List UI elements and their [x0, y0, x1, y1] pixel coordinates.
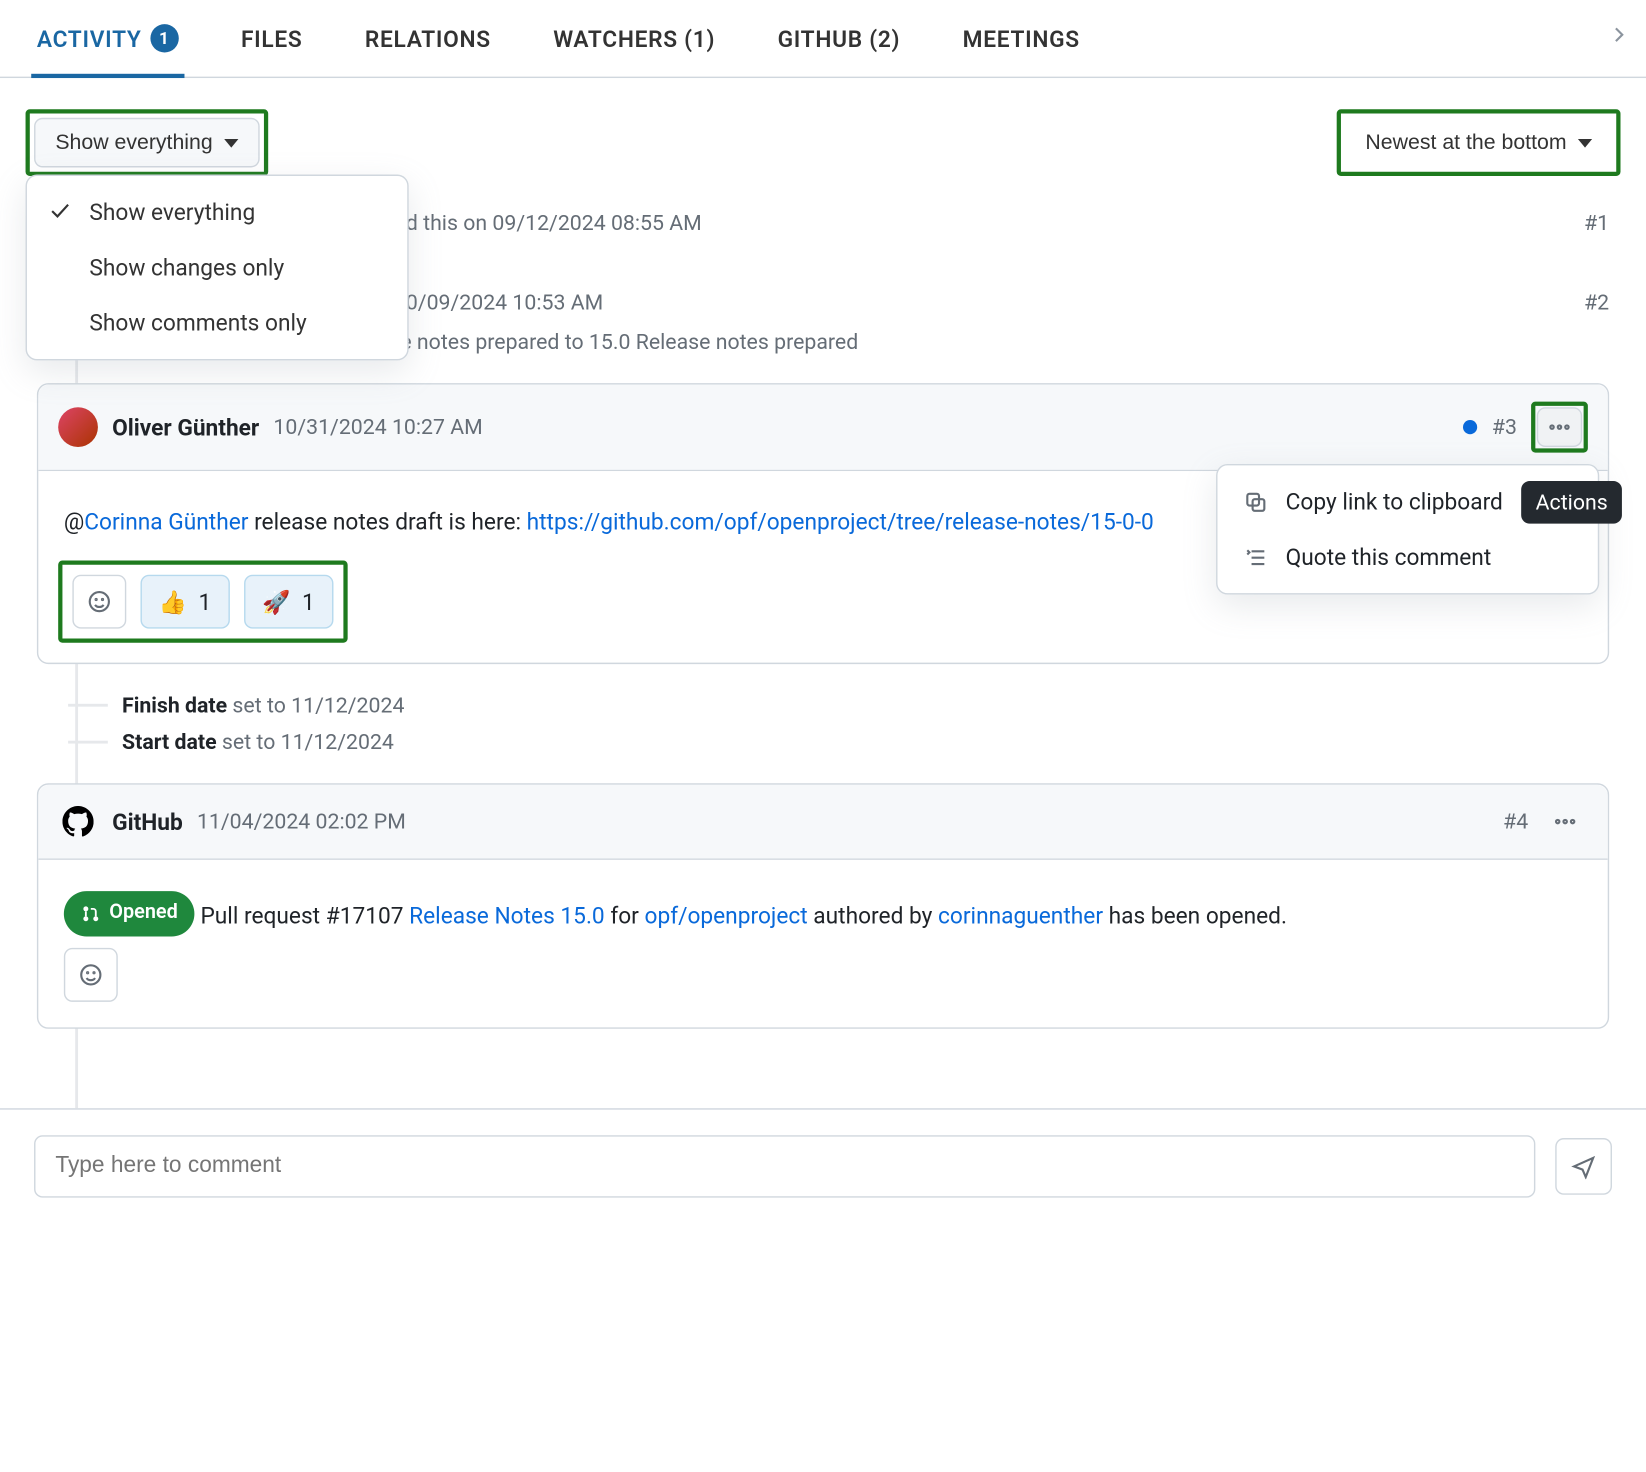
tab-activity-badge: 1 [150, 24, 178, 52]
tab-meetings[interactable]: MEETINGS [960, 0, 1083, 77]
comment-timestamp: 10/31/2024 10:27 AM [273, 414, 482, 440]
pr-status-badge: Opened [64, 891, 195, 936]
reaction-count: 1 [199, 588, 212, 615]
sort-dropdown-label: Newest at the bottom [1365, 131, 1566, 155]
reactions-highlight: 👍 1 🚀 1 [58, 561, 347, 643]
check-icon [47, 197, 73, 228]
tab-watchers[interactable]: WATCHERS (1) [550, 0, 718, 77]
activity-entry-1-index: #1 [1584, 210, 1609, 236]
activity-filter-bar: Show everything Newest at the bottom Sho… [0, 78, 1646, 176]
action-quote-comment[interactable]: Quote this comment [1218, 529, 1598, 584]
add-reaction-button[interactable] [72, 575, 126, 629]
tab-relations[interactable]: RELATIONS [362, 0, 494, 77]
tab-github[interactable]: GITHUB (2) [775, 0, 903, 77]
reaction-rocket[interactable]: 🚀 1 [244, 575, 333, 629]
reactions-bar: 👍 1 🚀 1 [67, 569, 339, 634]
activity-entry-2-index: #2 [1584, 289, 1609, 315]
reaction-thumbs-up[interactable]: 👍 1 [140, 575, 229, 629]
mention-link[interactable]: Corinna Günther [84, 508, 248, 535]
comment-actions-button[interactable] [1542, 802, 1587, 842]
sort-dropdown-button[interactable]: Newest at the bottom [1346, 118, 1612, 168]
comment-author: Oliver Günther [112, 414, 259, 441]
rocket-icon: 🚀 [262, 588, 290, 615]
comment-composer [0, 1108, 1646, 1223]
chevron-down-icon [224, 138, 238, 147]
tab-files[interactable]: FILES [238, 0, 305, 77]
unread-indicator-icon [1463, 420, 1477, 434]
sort-dropdown-highlight: Newest at the bottom [1337, 109, 1620, 176]
filter-option-changes[interactable]: Show changes only [27, 240, 407, 295]
actions-button-highlight [1531, 402, 1588, 453]
comment-input[interactable] [34, 1135, 1535, 1197]
activity-entry-2-ts: 0/09/2024 10:53 AM [406, 289, 603, 315]
add-reaction-button[interactable] [64, 948, 118, 1002]
chevron-down-icon [1578, 138, 1592, 147]
filter-dropdown-button[interactable]: Show everything [34, 118, 259, 168]
filter-dropdown-label: Show everything [55, 131, 212, 155]
filter-dropdown-highlight: Show everything [26, 109, 269, 176]
thumbs-up-icon: 👍 [159, 588, 187, 615]
comment-card-4: GitHub 11/04/2024 02:02 PM #4 Opened Pul… [37, 784, 1609, 1029]
mention-prefix: @ [64, 508, 84, 535]
tab-activity-label: ACTIVITY [37, 25, 142, 52]
comment-index: #4 [1503, 809, 1528, 835]
filter-dropdown-menu: Show everything Show changes only Show c… [26, 175, 409, 361]
comment-card-3: Oliver Günther 10/31/2024 10:27 AM #3 @C… [37, 383, 1609, 664]
comment-index: #3 [1492, 414, 1517, 440]
comment-card-4-header: GitHub 11/04/2024 02:02 PM #4 [38, 785, 1607, 860]
pr-link[interactable]: Release Notes 15.0 [409, 903, 605, 930]
tab-activity[interactable]: ACTIVITY 1 [34, 0, 181, 77]
git-pull-request-icon [81, 904, 101, 924]
repo-link[interactable]: opf/openproject [644, 903, 807, 930]
activity-entry-1-text: d this on 09/12/2024 08:55 AM [406, 210, 702, 236]
comment-card-3-header: Oliver Günther 10/31/2024 10:27 AM #3 [38, 385, 1607, 472]
comment-actions-button[interactable] [1537, 407, 1582, 447]
filter-option-everything[interactable]: Show everything [27, 184, 407, 239]
tabs-scroll-right-icon[interactable] [1606, 22, 1632, 55]
comment-author: GitHub [112, 808, 183, 835]
tabs-bar: ACTIVITY 1 FILES RELATIONS WATCHERS (1) … [0, 0, 1646, 78]
finish-date-change: Finish date set to 11/12/2024 [37, 687, 1609, 724]
actions-tooltip: Actions [1521, 481, 1621, 524]
filter-option-comments[interactable]: Show comments only [27, 295, 407, 350]
comment-body: Opened Pull request #17107 Release Notes… [38, 860, 1607, 948]
pr-author-link[interactable]: corinnaguenther [938, 903, 1103, 930]
github-icon [58, 802, 98, 842]
comment-timestamp: 11/04/2024 02:02 PM [197, 809, 406, 835]
send-comment-button[interactable] [1555, 1138, 1612, 1195]
start-date-change: Start date set to 11/12/2024 [37, 724, 1609, 761]
avatar [58, 407, 98, 447]
external-link[interactable]: https://github.com/opf/openproject/tree/… [527, 508, 1154, 535]
reaction-count: 1 [302, 588, 315, 615]
